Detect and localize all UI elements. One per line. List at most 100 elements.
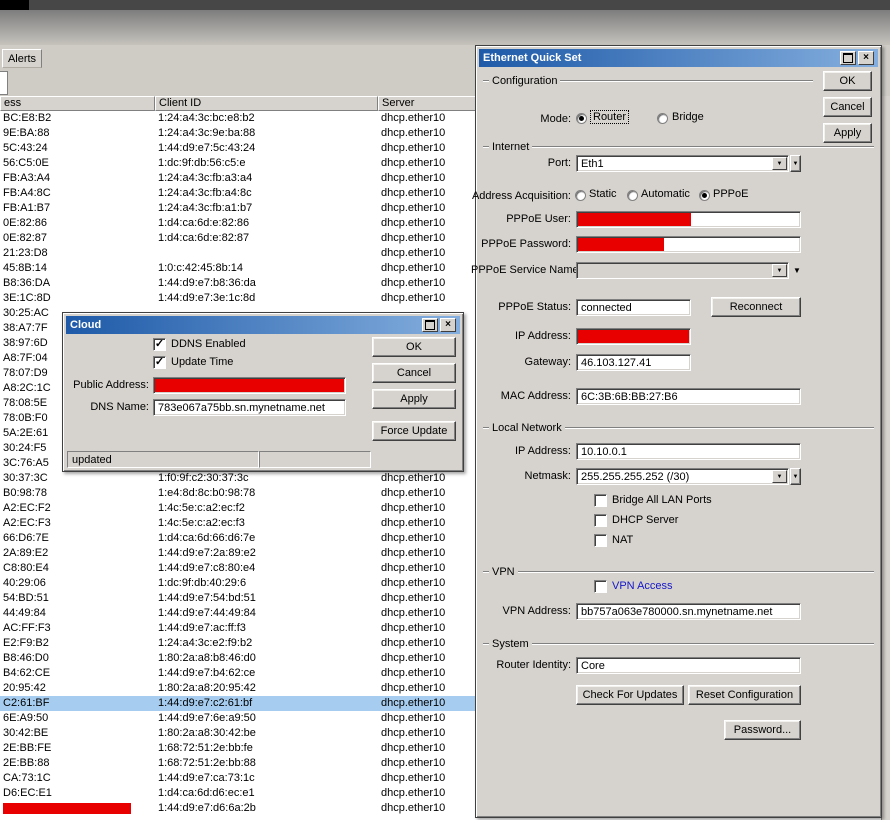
mode-bridge-label[interactable]: Bridge	[672, 111, 704, 123]
port-value: Eth1	[581, 158, 604, 170]
window-chrome-gradient	[0, 10, 890, 45]
close-button[interactable]: ×	[858, 51, 874, 65]
update-time-checkbox[interactable]: ✓	[153, 356, 166, 369]
mac-cell: 3E:1C:8D	[3, 292, 51, 304]
pppoe-password-label: PPPoE Password:	[481, 238, 571, 250]
chevron-down-icon[interactable]: ▼	[772, 157, 787, 170]
tab-alerts[interactable]: Alerts	[2, 49, 42, 68]
client-id-cell: 1:4c:5e:c:a2:ec:f3	[158, 517, 245, 529]
vertical-scrollbar[interactable]	[881, 96, 890, 820]
password-button[interactable]: Password...	[724, 720, 801, 740]
close-icon: ×	[863, 52, 869, 63]
addr-automatic-radio[interactable]	[627, 190, 638, 201]
mac-cell: 30:42:BE	[3, 727, 49, 739]
close-button[interactable]: ×	[440, 318, 456, 332]
column-header-address[interactable]: ess	[0, 96, 155, 111]
addr-static-radio[interactable]	[575, 190, 586, 201]
mac-address-field: 6C:3B:6B:BB:27:B6	[576, 388, 801, 405]
port-combo[interactable]: Eth1 ▼	[576, 155, 789, 172]
reset-configuration-button[interactable]: Reset Configuration	[688, 685, 801, 705]
apply-button[interactable]: Apply	[823, 123, 872, 143]
quickset-titlebar[interactable]: Ethernet Quick Set ×	[479, 49, 878, 67]
maximize-button[interactable]	[422, 318, 438, 332]
port-label: Port:	[547, 157, 571, 169]
lan-ip-address-label: IP Address:	[514, 445, 571, 457]
client-id-cell: 1:e4:8d:8c:b0:98:78	[158, 487, 256, 499]
addr-pppoe-radio[interactable]	[699, 190, 710, 201]
addr-static-label[interactable]: Static	[589, 188, 617, 200]
mode-label: Mode:	[540, 113, 571, 125]
lan-ip-address-field[interactable]: 10.10.0.1	[576, 443, 801, 460]
bridge-all-lan-ports-label[interactable]: Bridge All LAN Ports	[612, 494, 712, 506]
chevron-down-icon: ▼	[792, 160, 799, 167]
chevron-down-icon[interactable]: ▼	[772, 470, 787, 483]
client-id-cell: 1:44:d9:e7:ac:ff:f3	[158, 622, 246, 634]
section-configuration-label: Configuration	[492, 75, 558, 87]
mode-router-label[interactable]: Router	[589, 110, 630, 124]
client-id-cell: 1:44:d9:e7:b4:62:ce	[158, 667, 256, 679]
column-header-client-id[interactable]: Client ID	[155, 96, 378, 111]
mac-cell: BC:E8:B2	[3, 112, 52, 124]
netmask-combo[interactable]: 255.255.255.252 (/30) ▼	[576, 468, 789, 485]
mac-cell: 40:29:06	[3, 577, 46, 589]
section-system-label: System	[492, 638, 529, 650]
mac-cell: FB:A3:A4	[3, 172, 51, 184]
addr-automatic-label[interactable]: Automatic	[641, 188, 690, 200]
mac-cell: 2E:BB:FE	[3, 742, 52, 754]
force-update-button[interactable]: Force Update	[372, 421, 456, 441]
mac-cell: 45:8B:14	[3, 262, 48, 274]
apply-button[interactable]: Apply	[372, 389, 456, 409]
bridge-all-lan-ports-checkbox[interactable]	[594, 494, 607, 507]
mac-cell: 5C:43:24	[3, 142, 48, 154]
mac-cell: B4:62:CE	[3, 667, 51, 679]
section-system: System	[483, 638, 874, 650]
quickset-dialog: Ethernet Quick Set × OK Cancel Apply Con…	[471, 45, 882, 818]
check-for-updates-button[interactable]: Check For Updates	[576, 685, 684, 705]
netmask-dropdown-button[interactable]: ▼	[790, 468, 801, 485]
vpn-address-field: bb757a063e780000.sn.mynetname.net	[576, 603, 801, 620]
chevron-down-icon: ▼	[792, 473, 799, 480]
ok-button[interactable]: OK	[823, 71, 872, 91]
screen: Alerts ess Client ID Server BC:E8:B2 1:24…	[0, 0, 890, 820]
mac-cell: A2:EC:F3	[3, 517, 51, 529]
mac-cell: FB:A1:B7	[3, 202, 51, 214]
mac-cell: 56:C5:0E	[3, 157, 49, 169]
ddns-enabled-checkbox[interactable]: ✓	[153, 338, 166, 351]
pppoe-service-name-label: PPPoE Service Name:	[471, 264, 582, 276]
client-id-cell: 1:dc:9f:db:40:29:6	[158, 577, 247, 589]
cancel-button[interactable]: Cancel	[823, 97, 872, 117]
router-identity-field[interactable]: Core	[576, 657, 801, 674]
pppoe-user-field[interactable]	[576, 211, 801, 228]
pppoe-password-field[interactable]	[576, 236, 801, 253]
gateway-field: 46.103.127.41	[576, 354, 691, 371]
nat-label[interactable]: NAT	[612, 534, 633, 546]
addr-pppoe-label[interactable]: PPPoE	[713, 188, 748, 200]
maximize-button[interactable]	[840, 51, 856, 65]
mode-router-radio[interactable]	[576, 113, 587, 124]
cloud-titlebar[interactable]: Cloud ×	[66, 316, 460, 334]
router-identity-label: Router Identity:	[496, 659, 571, 671]
ok-button[interactable]: OK	[372, 337, 456, 357]
client-id-cell: 1:0:c:42:45:8b:14	[158, 262, 244, 274]
mac-cell: 2A:89:E2	[3, 547, 49, 559]
mode-bridge-radio[interactable]	[657, 113, 668, 124]
cloud-content: ✓ DDNS Enabled ✓ Update Time Public Addr…	[66, 334, 460, 468]
wan-ip-address-field	[576, 328, 691, 345]
mac-cell: 66:D6:7E	[3, 532, 49, 544]
vpn-access-checkbox[interactable]	[594, 580, 607, 593]
vpn-access-label[interactable]: VPN Access	[612, 580, 673, 592]
port-dropdown-button[interactable]: ▼	[790, 155, 801, 172]
mac-cell: C2:61:BF	[3, 697, 50, 709]
nat-checkbox[interactable]	[594, 534, 607, 547]
mac-cell: 0E:82:87	[3, 232, 48, 244]
client-id-cell: 1:68:72:51:2e:bb:fe	[158, 742, 253, 754]
reconnect-button[interactable]: Reconnect	[711, 297, 801, 317]
client-id-cell: 1:24:a4:3c:e2:f9:b2	[158, 637, 253, 649]
chevron-down-icon[interactable]: ▼	[793, 266, 801, 275]
public-address-label: Public Address:	[73, 379, 149, 391]
dhcp-server-checkbox[interactable]	[594, 514, 607, 527]
section-configuration: Configuration	[483, 75, 813, 87]
cancel-button[interactable]: Cancel	[372, 363, 456, 383]
dhcp-server-label[interactable]: DHCP Server	[612, 514, 678, 526]
client-id-cell: 1:80:2a:a8:20:95:42	[158, 682, 256, 694]
